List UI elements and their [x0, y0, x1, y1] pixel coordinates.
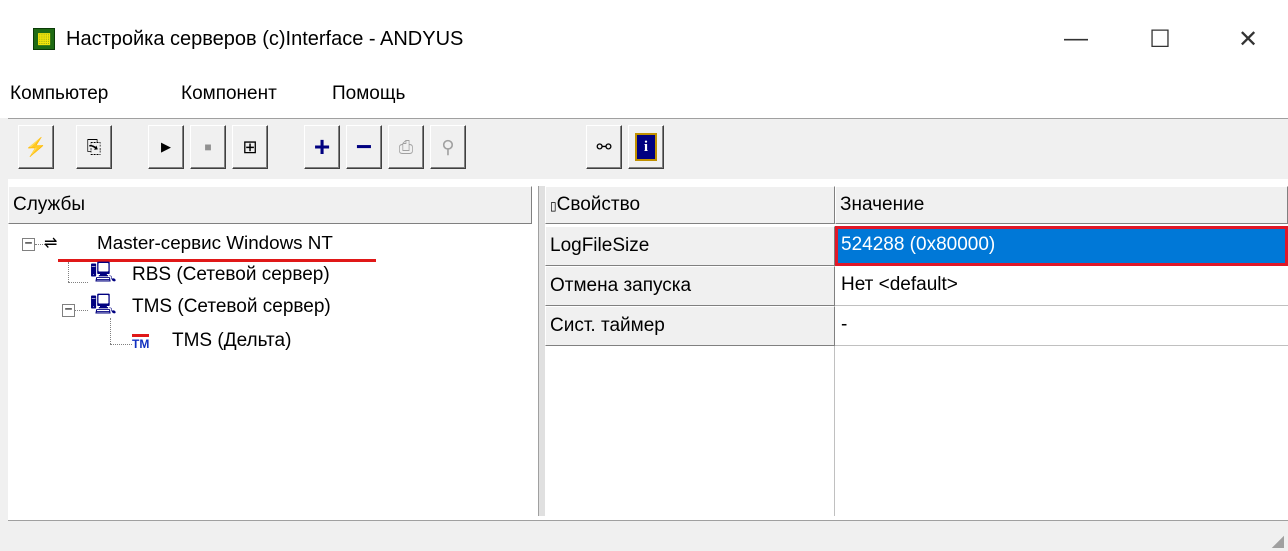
stop-button[interactable]: ■ — [190, 125, 226, 169]
add-button[interactable]: + — [304, 125, 340, 169]
properties-panel: ▯Свойство Значение LogFileSize 524288 (0… — [545, 186, 1288, 516]
tree-connector — [110, 318, 111, 344]
lightning-icon: ⚡ — [24, 136, 48, 157]
stop-icon: ■ — [204, 140, 212, 154]
maximize-button[interactable]: ☐ — [1134, 18, 1186, 60]
tm-delta-icon: TM — [132, 334, 150, 351]
search-help-icon: ⚲ — [441, 136, 455, 157]
status-bar: ◢ — [8, 520, 1288, 551]
play-icon: ▶ — [161, 139, 171, 154]
property-column-header[interactable]: ▯Свойство — [545, 186, 835, 224]
resize-grip-icon: ▯ — [550, 199, 557, 213]
tree-node-label: Master-сервис Windows NT — [97, 233, 333, 254]
collapse-master-toggle[interactable]: − — [22, 237, 35, 251]
menu-bar: Компьютер Компонент Помощь — [0, 78, 1288, 112]
tree-node-rbs[interactable]: RBS (Сетевой сервер) — [132, 264, 330, 286]
value-column-header[interactable]: Значение — [835, 186, 1288, 224]
property-value-logfilesize[interactable]: 524288 (0x80000) — [835, 226, 1288, 266]
menu-computer[interactable]: Компьютер — [10, 83, 108, 105]
title-bar: ▦ Настройка серверов (c)Interface - ANDY… — [0, 0, 1288, 60]
network-button[interactable]: ⊞ — [232, 125, 268, 169]
remove-button[interactable]: − — [346, 125, 382, 169]
remove-icon: − — [355, 131, 373, 162]
connect-button[interactable]: ⚯ — [586, 125, 622, 169]
properties-icon: ⎙ — [398, 136, 414, 157]
computer-icon: 🖳 — [90, 294, 117, 316]
lightning-button[interactable]: ⚡ — [18, 125, 54, 169]
connect-icon: ⚯ — [596, 136, 612, 157]
menu-help[interactable]: Помощь — [332, 83, 405, 105]
computer-icon: 🖳 — [90, 262, 117, 284]
tree-connector — [75, 310, 88, 311]
property-value-cancel-start[interactable]: Нет <default> — [835, 266, 1288, 306]
window-title: Настройка серверов (c)Interface - ANDYUS — [66, 28, 464, 50]
network-node-icon: ⇌ — [44, 235, 58, 252]
resize-grip-icon[interactable]: ◢ — [1272, 531, 1284, 551]
add-icon: + — [313, 131, 331, 162]
minimize-button[interactable]: — — [1050, 18, 1102, 60]
property-value-system-timer[interactable]: - — [835, 306, 1288, 346]
search-help-button[interactable]: ⚲ — [430, 125, 466, 169]
tree-connector — [110, 344, 132, 345]
app-icon: ▦ — [33, 28, 55, 50]
tree-connector — [68, 282, 88, 283]
property-header-label: Свойство — [556, 194, 641, 215]
tree-node-tms[interactable]: TMS (Сетевой сервер) — [132, 296, 331, 318]
network-icon: ⊞ — [242, 136, 258, 157]
copy-computer-button[interactable]: ⎘ — [76, 125, 112, 169]
property-name-cancel-start[interactable]: Отмена запуска — [545, 266, 835, 306]
play-button[interactable]: ▶ — [148, 125, 184, 169]
properties-button[interactable]: ⎙ — [388, 125, 424, 169]
copy-computer-icon: ⎘ — [86, 136, 102, 157]
close-button[interactable]: ✕ — [1222, 18, 1274, 60]
tree-node-master[interactable]: Master-сервис Windows NT — [71, 233, 333, 255]
info-icon: i — [635, 133, 657, 161]
property-grid-divider — [545, 346, 835, 516]
property-name-logfilesize[interactable]: LogFileSize — [545, 226, 835, 266]
services-header[interactable]: Службы — [8, 186, 532, 224]
collapse-tms-toggle[interactable]: − — [62, 303, 75, 317]
property-name-system-timer[interactable]: Сист. таймер — [545, 306, 835, 346]
tree-connector — [68, 262, 69, 282]
info-button[interactable]: i — [628, 125, 664, 169]
menu-component[interactable]: Компонент — [181, 83, 277, 105]
tree-node-tms-delta[interactable]: TMS (Дельта) — [172, 330, 291, 352]
window-frame-left — [0, 118, 8, 551]
toolbar: ⚡ ⎘ ▶ ■ ⊞ + − ⎙ ⚲ ⚯ i — [8, 118, 1288, 179]
